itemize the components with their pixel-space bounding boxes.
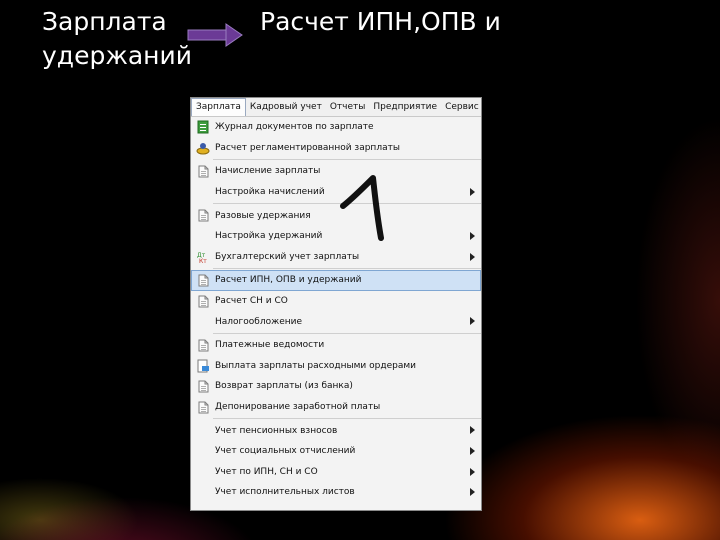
document-icon	[191, 270, 215, 290]
menu-item-19[interactable]: Учет пенсионных взносов	[191, 420, 481, 441]
submenu-arrow-icon	[470, 252, 475, 264]
menu-item-spacer	[191, 462, 215, 482]
menubar-item-1[interactable]: Кадровый учет	[246, 98, 326, 116]
menu-item-label: Выплата зарплаты расходными ордерами	[215, 360, 416, 371]
document-icon	[191, 376, 215, 396]
menu-item-11[interactable]: Расчет СН и СО	[191, 291, 481, 312]
menubar-item-0[interactable]: Зарплата	[191, 98, 246, 116]
accounting-icon: Дт Кт	[191, 247, 215, 267]
document-icon	[191, 291, 215, 311]
document-icon	[191, 397, 215, 417]
menu-item-label: Учет по ИПН, СН и СО	[215, 466, 318, 477]
menu-item-12[interactable]: Налогообложение	[191, 311, 481, 332]
menu-separator	[213, 159, 481, 161]
menu-item-10[interactable]: Расчет ИПН, ОПВ и удержаний	[191, 270, 481, 291]
menubar-item-4[interactable]: Сервис	[441, 98, 483, 116]
handwritten-number-one	[340, 175, 384, 241]
menu-item-16[interactable]: Возврат зарплаты (из банка)	[191, 376, 481, 397]
menu-item-label: Учет социальных отчислений	[215, 446, 356, 457]
menu-item-label: Разовые удержания	[215, 210, 311, 221]
submenu-arrow-icon	[470, 187, 475, 199]
submenu-arrow-icon	[470, 231, 475, 243]
document-icon	[191, 161, 215, 181]
menu-item-22[interactable]: Учет исполнительных листов	[191, 482, 481, 503]
menu-item-spacer	[191, 182, 215, 202]
menubar-item-3[interactable]: Предприятие	[369, 98, 441, 116]
menu-item-label: Бухгалтерский учет зарплаты	[215, 251, 360, 262]
menu-item-label: Настройка начислений	[215, 187, 325, 198]
menu-item-spacer	[191, 441, 215, 461]
menu-item-label: Депонирование заработной платы	[215, 402, 381, 413]
menu-item-14[interactable]: Платежные ведомости	[191, 335, 481, 356]
menu-item-label: Начисление зарплаты	[215, 166, 321, 177]
menu-item-21[interactable]: Учет по ИПН, СН и СО	[191, 462, 481, 483]
menu-separator	[213, 268, 481, 270]
menu-item-label: Настройка удержаний	[215, 231, 323, 242]
menu-item-label: Расчет регламентированной зарплаты	[215, 142, 400, 153]
menu-item-8[interactable]: Дт Кт Бухгалтерский учет зарплаты	[191, 247, 481, 268]
menu-item-spacer	[191, 421, 215, 441]
menu-item-spacer	[191, 226, 215, 246]
document-icon	[191, 335, 215, 355]
salary-menu-window: Зарплата Кадровый учет Отчеты Предприятие Се…	[190, 97, 482, 511]
submenu-arrow-icon	[470, 446, 475, 458]
menu-separator	[213, 332, 481, 334]
menu-item-15[interactable]: Выплата зарплаты расходными ордерами	[191, 356, 481, 377]
menu-item-label: Расчет СН и СО	[215, 296, 288, 307]
menu-item-label: Платежные ведомости	[215, 340, 325, 351]
menu-separator	[213, 418, 481, 420]
menu-item-spacer	[191, 482, 215, 502]
svg-text:Кт: Кт	[199, 258, 207, 264]
payroll-calc-icon	[191, 138, 215, 158]
menu-item-label: Возврат зарплаты (из банка)	[215, 381, 353, 392]
submenu-arrow-icon	[470, 426, 475, 437]
submenu-arrow-icon	[470, 488, 475, 499]
menu-item-label: Учет пенсионных взносов	[215, 425, 338, 436]
menu-item-0[interactable]: Журнал документов по зарплате	[191, 117, 481, 138]
submenu-arrow-icon	[470, 467, 475, 479]
submenu-arrow-icon	[470, 317, 475, 328]
title-line-1: Зарплата	[42, 7, 167, 36]
menu-item-label: Журнал документов по зарплате	[215, 122, 374, 133]
menu-item-label: Учет исполнительных листов	[215, 487, 355, 498]
menu-item-label: Расчет ИПН, ОПВ и удержаний	[215, 275, 362, 286]
cash-order-icon	[191, 356, 215, 376]
arrow-right-icon	[187, 23, 243, 47]
menu-item-spacer	[191, 312, 215, 332]
title-line-2: удержаний	[42, 41, 193, 70]
menu-item-17[interactable]: Депонирование заработной платы	[191, 397, 481, 418]
menu-item-20[interactable]: Учет социальных отчислений	[191, 441, 481, 462]
menubar-item-2[interactable]: Отчеты	[326, 98, 370, 116]
title-right: Расчет ИПН,ОПВ и	[260, 7, 501, 36]
journal-icon	[191, 117, 215, 137]
menu-item-label: Налогообложение	[215, 316, 303, 327]
menu-item-1[interactable]: Расчет регламентированной зарплаты	[191, 138, 481, 159]
menu-bar: Зарплата Кадровый учет Отчеты Предприятие Се…	[191, 98, 481, 117]
document-icon	[191, 206, 215, 226]
